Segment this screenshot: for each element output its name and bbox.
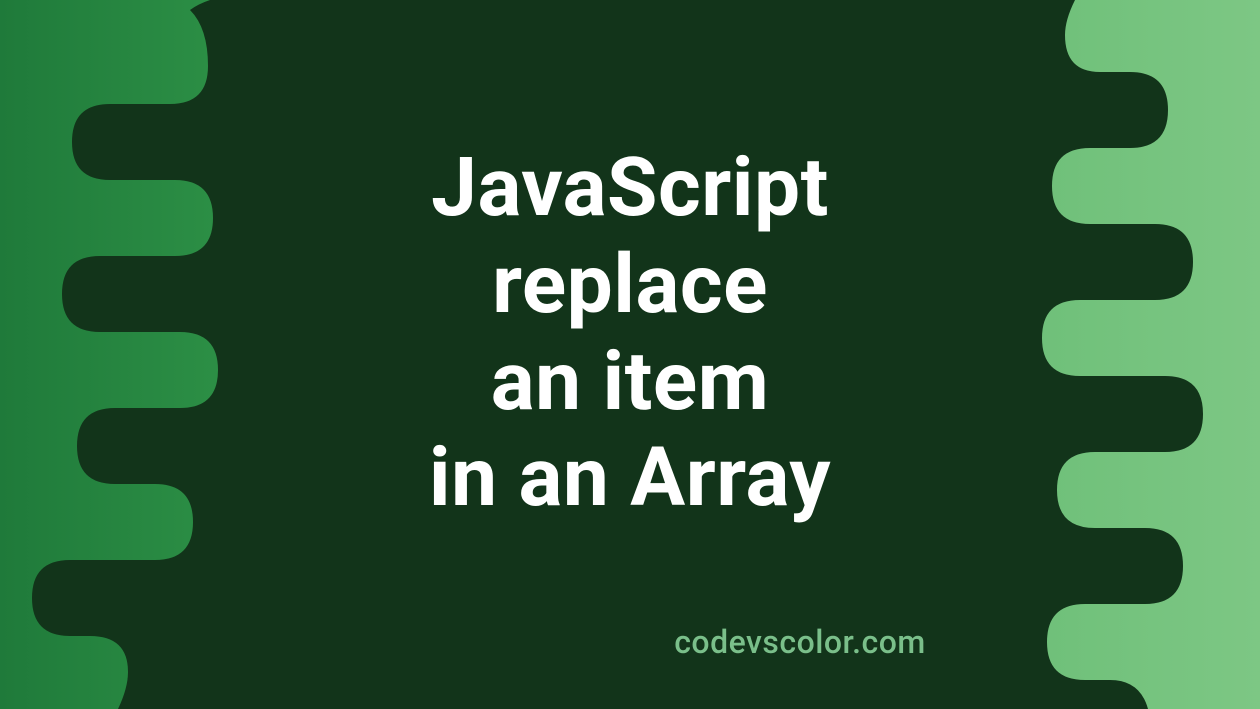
watermark-text: codevscolor.com — [0, 623, 1260, 661]
page-title: JavaScript replace an item in an Array — [0, 140, 1260, 527]
title-line-3: an item — [0, 334, 1260, 431]
title-line-1: JavaScript — [0, 140, 1260, 237]
title-line-2: replace — [0, 237, 1260, 334]
title-line-4: in an Array — [0, 430, 1260, 527]
